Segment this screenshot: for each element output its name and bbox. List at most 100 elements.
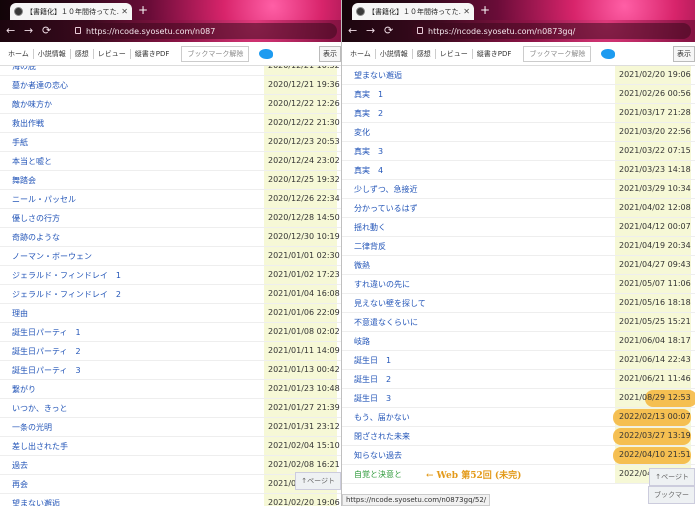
close-tab-icon[interactable]: ✕ <box>121 7 128 16</box>
menu-impressions[interactable]: 感想 <box>71 48 94 59</box>
menu-impressions[interactable]: 感想 <box>413 48 436 59</box>
chapter-title-link[interactable]: 理由 <box>12 308 28 319</box>
twitter-icon[interactable] <box>259 48 274 59</box>
display-settings-button[interactable]: 表示 <box>673 46 695 62</box>
chapter-date: 2020/12/22 12:26 <box>268 99 340 108</box>
chapter-title-link[interactable]: 真実 3 <box>354 146 383 157</box>
chapter-title-link[interactable]: 望まない邂逅 <box>354 70 402 81</box>
chapter-title-link[interactable]: 二律背反 <box>354 241 386 252</box>
address-bar[interactable]: https://ncode.syosetu.com/n087 <box>70 23 337 39</box>
close-tab-icon[interactable]: ✕ <box>463 7 470 16</box>
chapter-title-link[interactable]: 微熱 <box>354 260 370 271</box>
browser-tab[interactable]: 【書籍化】１０年間待ってた… ✕ <box>352 3 474 20</box>
row-divider <box>342 483 695 484</box>
chapter-title-link[interactable]: 誕生日 2 <box>354 374 391 385</box>
chapter-date: 2020/12/23 20:53 <box>268 137 340 146</box>
menu-vertical-pdf[interactable]: 縦書きPDF <box>473 49 516 59</box>
chapter-title-link[interactable]: 墓か者達の恋心 <box>12 80 68 91</box>
site-menu-bar: ホーム 小説情報 感想 レビュー 縦書きPDF ブックマーク解除 表示 <box>342 42 695 66</box>
chapter-title-link[interactable]: 舞踏会 <box>12 175 36 186</box>
chapter-row: 分かっているはず 2021/04/02 12:08 <box>342 199 695 218</box>
chapter-title-link[interactable]: 揺れ動く <box>354 222 386 233</box>
address-bar[interactable]: https://ncode.syosetu.com/n0873gq/ <box>412 23 691 39</box>
chapter-title-link[interactable]: 誕生日パーティ 2 <box>12 346 81 357</box>
remove-bookmark-button[interactable]: ブックマーク解除 <box>523 45 592 62</box>
chapter-title-link[interactable]: 手紙 <box>12 137 28 148</box>
chapter-row: 海の底 2020/12/21 10:32 <box>0 66 341 76</box>
reload-icon[interactable]: ⟳ <box>384 23 393 39</box>
chapter-title-link[interactable]: 誕生日パーティ 1 <box>12 327 81 338</box>
chapter-title-link[interactable]: ジェラルド・フィンドレイ 2 <box>12 289 121 300</box>
chapter-title-link[interactable]: 本当と嘘と <box>12 156 52 167</box>
chapter-date: 2021/04/02 12:08 <box>619 203 691 212</box>
chapter-row: 岐路 2021/06/04 18:17 <box>342 332 695 351</box>
chapter-title-link[interactable]: 不意遣なくらいに <box>354 317 418 328</box>
chapter-row: 望まない邂逅 2021/02/20 19:06 <box>0 494 341 506</box>
chapter-title-link[interactable]: 真実 2 <box>354 108 383 119</box>
chapter-date: 2021/05/25 15:21 <box>619 317 691 326</box>
back-icon[interactable]: ← <box>348 23 357 39</box>
remove-bookmark-button[interactable]: ブックマーク解除 <box>181 45 250 62</box>
chapter-row: 再会2021/02/14 22:49 <box>0 475 341 494</box>
display-settings-button[interactable]: 表示 <box>319 46 341 62</box>
menu-home[interactable]: ホーム <box>4 48 34 59</box>
chapter-title-link[interactable]: 知らない過去 <box>354 450 402 461</box>
new-tab-icon[interactable]: + <box>480 3 490 17</box>
chapter-title-link[interactable]: 再会 <box>12 479 28 490</box>
chapter-title-link[interactable]: 閉ざされた未来 <box>354 431 410 442</box>
chapter-title-link[interactable]: 少しずつ、急接近 <box>354 184 418 195</box>
chapter-title-link[interactable]: 敵か味方か <box>12 99 52 110</box>
chapter-row: 奇跡のような 2020/12/30 10:19 <box>0 228 341 247</box>
chapter-row: 真実 1 2021/02/26 00:56 <box>342 85 695 104</box>
menu-review[interactable]: レビュー <box>94 48 131 59</box>
page-top-button[interactable]: ↑ページト <box>295 472 341 490</box>
forward-icon[interactable]: → <box>24 23 33 39</box>
chapter-title-link[interactable]: もう、届かない <box>354 412 410 423</box>
chapter-date: 2020/12/26 22:34 <box>268 194 340 203</box>
chapter-title-link[interactable]: 一条の光明 <box>12 422 52 433</box>
chapter-title-link[interactable]: すれ違いの先に <box>354 279 410 290</box>
chapter-title-link[interactable]: ジェラルド・フィンドレイ 1 <box>12 270 121 281</box>
chapter-date: 2020/12/25 19:32 <box>268 175 340 184</box>
chapter-date: 2021/01/08 02:02 <box>268 327 340 336</box>
chapter-title-link[interactable]: 誕生日 1 <box>354 355 391 366</box>
chapter-date: 2021/01/01 02:30 <box>268 251 340 260</box>
new-tab-icon[interactable]: + <box>138 3 148 17</box>
lock-icon <box>75 27 81 34</box>
back-icon[interactable]: ← <box>6 23 15 39</box>
chapter-title-link[interactable]: ノーマン・ボーウェン <box>12 251 92 262</box>
chapter-title-link[interactable]: 岐路 <box>354 336 370 347</box>
page-top-button[interactable]: ↑ページト <box>649 468 695 486</box>
chapter-title-link[interactable]: 繋がり <box>12 384 36 395</box>
chapter-title-link[interactable]: 誕生日 3 <box>354 393 391 404</box>
chapter-title-link[interactable]: 奇跡のような <box>12 232 60 243</box>
twitter-icon[interactable] <box>601 48 616 59</box>
chapter-date: 2021/03/20 22:56 <box>619 127 691 136</box>
chapter-title-link[interactable]: 救出作戦 <box>12 118 44 129</box>
chapter-title-link[interactable]: 海の底 <box>12 66 36 72</box>
bookmark-float-button[interactable]: ブックマー <box>648 486 695 504</box>
chapter-title-link[interactable]: ニール・パッセル <box>12 194 76 205</box>
chapter-title-link[interactable]: 望まない邂逅 <box>12 498 60 506</box>
chapter-title-link[interactable]: 真実 1 <box>354 89 383 100</box>
chapter-row: 手紙 2020/12/23 20:53 <box>0 133 341 152</box>
menu-novel-info[interactable]: 小説情報 <box>34 48 71 59</box>
menu-novel-info[interactable]: 小説情報 <box>376 48 413 59</box>
menu-home[interactable]: ホーム <box>346 48 376 59</box>
forward-icon[interactable]: → <box>366 23 375 39</box>
chapter-title-link[interactable]: 過去 <box>12 460 28 471</box>
browser-tab[interactable]: 【書籍化】１０年間待ってた… ✕ <box>10 3 132 20</box>
chapter-title-link[interactable]: 真実 4 <box>354 165 383 176</box>
menu-vertical-pdf[interactable]: 縦書きPDF <box>131 49 174 59</box>
chapter-date: 2020/12/24 23:02 <box>268 156 340 165</box>
chapter-title-link[interactable]: 見えない壁を探して <box>354 298 426 309</box>
chapter-title-link[interactable]: 自覚と決意と <box>354 469 402 480</box>
menu-review[interactable]: レビュー <box>436 48 473 59</box>
reload-icon[interactable]: ⟳ <box>42 23 51 39</box>
chapter-title-link[interactable]: いつか、きっと <box>12 403 68 414</box>
chapter-title-link[interactable]: 誕生日パーティ 3 <box>12 365 81 376</box>
chapter-title-link[interactable]: 差し出された手 <box>12 441 68 452</box>
chapter-title-link[interactable]: 優しさの行方 <box>12 213 60 224</box>
chapter-title-link[interactable]: 分かっているはず <box>354 203 418 214</box>
chapter-title-link[interactable]: 変化 <box>354 127 370 138</box>
